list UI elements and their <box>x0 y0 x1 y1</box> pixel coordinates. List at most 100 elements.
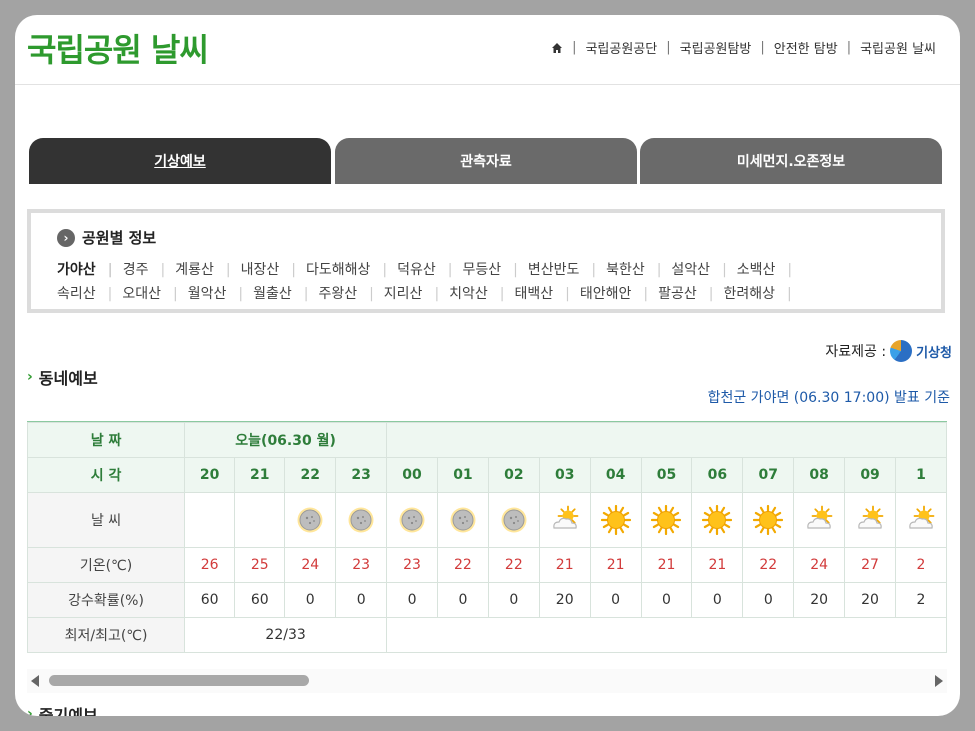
park-item-label[interactable]: 월악산 <box>188 286 227 302</box>
park-item-label[interactable]: 태백산 <box>515 286 554 302</box>
park-separator: | <box>107 262 113 278</box>
nav-link-weather[interactable]: 국립공원 날씨 <box>860 38 936 57</box>
park-item[interactable]: 가야산 | <box>57 258 123 282</box>
park-item[interactable]: 변산반도 | <box>528 258 606 282</box>
park-item[interactable]: 속리산 | <box>57 282 122 306</box>
park-list: 가야산 | 경주 | 계룡산 | 내장산 | 다도해해상 | 덕유산 | 무등산 | 변산반도 | 북한산 | 설악… <box>57 258 907 306</box>
nav-link-knps[interactable]: 국립공원공단 <box>585 38 657 57</box>
park-item-label[interactable]: 지리산 <box>384 286 423 302</box>
label-temp: 기온(℃) <box>27 547 186 583</box>
temp-cell: 2 <box>895 547 947 583</box>
horizontal-scrollbar[interactable] <box>27 669 947 693</box>
nav-separator: | <box>666 40 671 55</box>
park-separator: | <box>303 286 309 302</box>
park-separator: | <box>434 286 440 302</box>
hour-cell: 08 <box>793 457 846 493</box>
hour-cell: 09 <box>844 457 896 493</box>
park-separator: | <box>447 262 453 278</box>
park-item[interactable]: 한려해상 | <box>723 282 801 306</box>
park-item[interactable]: 덕유산 | <box>397 258 462 282</box>
date-today: 오늘(06.30 월) <box>184 422 388 458</box>
weather-cell <box>589 492 642 548</box>
hour-cell: 06 <box>691 457 744 493</box>
tab-fine-dust[interactable]: 미세먼지.오존정보 <box>640 138 942 184</box>
park-item-label[interactable]: 속리산 <box>57 286 96 302</box>
cloudy-icon <box>501 507 527 533</box>
park-item-label[interactable]: 주왕산 <box>318 286 357 302</box>
park-separator: | <box>787 286 792 302</box>
scroll-right-arrow-icon[interactable] <box>935 675 943 687</box>
nav-separator: | <box>846 40 852 55</box>
rain-prob-cell: 0 <box>335 582 388 618</box>
nav-separator: | <box>572 40 577 55</box>
partly-cloudy-icon <box>552 505 579 529</box>
rain-prob-cell: 0 <box>589 582 642 618</box>
park-item-label[interactable]: 계룡산 <box>175 262 214 278</box>
park-separator: | <box>708 286 714 302</box>
park-separator: | <box>291 262 296 278</box>
label-date: 날 짜 <box>27 422 186 458</box>
park-item-label[interactable]: 설악산 <box>671 262 710 278</box>
park-item-label[interactable]: 치악산 <box>449 286 488 302</box>
chevron-right-icon: › <box>27 369 33 385</box>
site-title[interactable]: 국립공원 날씨 <box>27 25 209 71</box>
park-item[interactable]: 지리산 | <box>384 282 449 306</box>
park-box-heading: › 공원별 정보 <box>57 227 917 248</box>
park-item-label[interactable]: 한려해상 <box>723 286 775 302</box>
park-item-label[interactable]: 덕유산 <box>397 262 436 278</box>
park-item-label[interactable]: 월출산 <box>253 286 292 302</box>
park-item-label[interactable]: 오대산 <box>122 286 161 302</box>
top-navigation: | 국립공원공단 | 국립공원탐방 | 안전한 탐방 | 국립공원 날씨 <box>551 38 936 57</box>
park-item[interactable]: 내장산 | <box>241 258 306 282</box>
label-time: 시 각 <box>27 457 186 493</box>
park-item-label[interactable]: 북한산 <box>606 262 645 278</box>
rain-prob-cell: 60 <box>184 582 236 618</box>
park-item[interactable]: 오대산 | <box>122 282 187 306</box>
park-item-label[interactable]: 변산반도 <box>528 262 580 278</box>
data-credit: 자료제공 : 기상청 <box>825 340 952 362</box>
minmax-today: 22/33 <box>184 617 388 653</box>
tab-forecast[interactable]: 기상예보 <box>29 138 331 184</box>
hour-cell: 00 <box>386 457 438 493</box>
temp-cell: 22 <box>487 547 540 583</box>
scroll-thumb[interactable] <box>49 675 309 686</box>
park-separator: | <box>107 286 113 302</box>
park-item-label[interactable]: 소백산 <box>737 262 776 278</box>
park-separator: | <box>160 262 166 278</box>
temp-cell: 21 <box>691 547 744 583</box>
park-item[interactable]: 북한산 | <box>606 258 671 282</box>
park-item-label[interactable]: 무등산 <box>462 262 501 278</box>
scroll-left-arrow-icon[interactable] <box>31 675 39 687</box>
rain-prob-cell: 0 <box>436 582 489 618</box>
credit-agency[interactable]: 기상청 <box>916 342 952 361</box>
partly-cloudy-icon <box>807 505 833 529</box>
partly-cloudy-icon <box>858 505 884 529</box>
park-item-label[interactable]: 경주 <box>123 262 149 278</box>
park-item[interactable]: 계룡산 | <box>175 258 240 282</box>
sun-icon <box>753 505 784 535</box>
park-item-label[interactable]: 가야산 <box>57 262 96 278</box>
park-item[interactable]: 설악산 | <box>671 258 736 282</box>
tab-observation[interactable]: 관측자료 <box>335 138 637 184</box>
park-item-label[interactable]: 팔공산 <box>658 286 697 302</box>
nav-link-visit[interactable]: 국립공원탐방 <box>680 38 752 57</box>
rain-prob-cell: 20 <box>844 582 896 618</box>
park-item[interactable]: 경주 | <box>123 258 175 282</box>
park-item-label[interactable]: 다도해해상 <box>306 262 370 278</box>
park-item[interactable]: 태백산 | <box>515 282 580 306</box>
park-item-label[interactable]: 태안해안 <box>580 286 632 302</box>
forecast-table-wrapper: 날 짜 오늘(06.30 월) 시 각 20 21 22 23 00 01 02 03 04 05… <box>27 421 947 658</box>
home-icon[interactable] <box>551 42 563 54</box>
park-item[interactable]: 무등산 | <box>462 258 527 282</box>
park-item-label[interactable]: 내장산 <box>241 262 280 278</box>
sun-icon <box>600 505 631 535</box>
park-item[interactable]: 태안해안 | <box>580 282 658 306</box>
park-item[interactable]: 소백산 | <box>737 258 802 282</box>
park-item[interactable]: 치악산 | <box>449 282 514 306</box>
nav-link-safety[interactable]: 안전한 탐방 <box>774 38 838 57</box>
park-item[interactable]: 월악산 | <box>188 282 253 306</box>
park-item[interactable]: 다도해해상 | <box>306 258 397 282</box>
park-item[interactable]: 주왕산 | <box>318 282 383 306</box>
park-item[interactable]: 팔공산 | <box>658 282 723 306</box>
park-item[interactable]: 월출산 | <box>253 282 318 306</box>
